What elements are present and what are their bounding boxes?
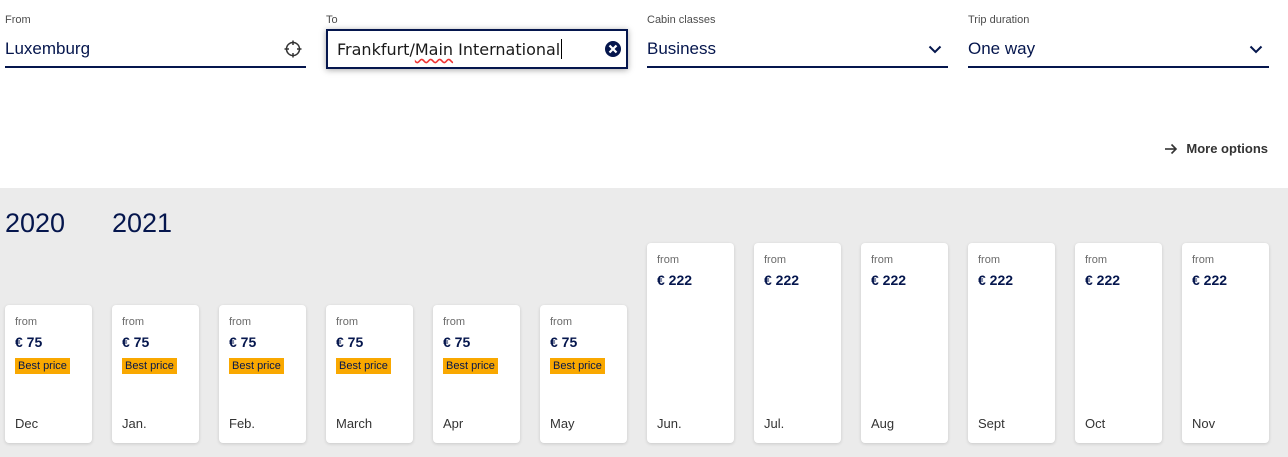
month-label: Jul. [764, 416, 785, 431]
year-2021: 2021 [112, 208, 173, 238]
price-value: € 75 [15, 334, 43, 350]
trip-duration-label: Trip duration [968, 14, 1030, 26]
month-label: Aug [871, 416, 895, 431]
price-from-label: from [336, 316, 358, 328]
month-label: Jan. [122, 416, 147, 431]
month-card-0[interactable]: from € 75 Best price Dec [5, 305, 92, 443]
price-value: € 222 [978, 272, 1014, 288]
year-2020: 2020 [5, 208, 66, 238]
price-from-label: from [1085, 254, 1107, 266]
clear-icon[interactable] [604, 40, 622, 58]
crosshair-icon[interactable] [284, 40, 302, 58]
from-label: From [5, 14, 31, 26]
cabin-class-select[interactable]: Business [647, 30, 948, 68]
month-card-7[interactable]: from € 222 Jul. [754, 243, 841, 443]
more-options-label: More options [1186, 141, 1268, 156]
month-card-5[interactable]: from € 75 Best price May [540, 305, 627, 443]
cabin-class-value: Business [647, 39, 716, 58]
to-input[interactable]: Frankfurt/Main International [326, 29, 628, 69]
price-from-label: from [657, 254, 679, 266]
price-value: € 75 [229, 334, 257, 350]
from-field[interactable]: From Luxemburg [5, 0, 306, 70]
month-card-2[interactable]: from € 75 Best price Feb. [219, 305, 306, 443]
price-value: € 222 [1085, 272, 1121, 288]
month-card-11[interactable]: from € 222 Nov [1182, 243, 1269, 443]
price-from-label: from [443, 316, 465, 328]
from-value: Luxemburg [5, 39, 91, 58]
best-price-badge: Best price [550, 358, 605, 374]
month-label: May [550, 416, 575, 431]
price-value: € 222 [657, 272, 693, 288]
more-options-link[interactable]: More options [1164, 141, 1268, 156]
price-value: € 222 [764, 272, 800, 288]
price-from-label: from [764, 254, 786, 266]
trip-duration-select[interactable]: One way [968, 30, 1269, 68]
price-from-label: from [229, 316, 251, 328]
trip-duration-field[interactable]: Trip duration One way [968, 0, 1269, 70]
from-input[interactable]: Luxemburg [5, 30, 306, 68]
price-value: € 75 [443, 334, 471, 350]
price-from-label: from [122, 316, 144, 328]
month-label: Jun. [657, 416, 682, 431]
month-card-4[interactable]: from € 75 Best price Apr [433, 305, 520, 443]
month-label: Sept [978, 416, 1005, 431]
price-value: € 222 [871, 272, 907, 288]
price-value: € 75 [336, 334, 364, 350]
chevron-down-icon [928, 45, 942, 54]
price-value: € 75 [122, 334, 150, 350]
month-card-9[interactable]: from € 222 Sept [968, 243, 1055, 443]
best-price-badge: Best price [336, 358, 391, 374]
month-card-3[interactable]: from € 75 Best price March [326, 305, 413, 443]
best-price-badge: Best price [122, 358, 177, 374]
cabin-class-field[interactable]: Cabin classes Business [647, 0, 948, 70]
trip-duration-value: One way [968, 39, 1036, 58]
best-price-badge: Best price [443, 358, 498, 374]
best-price-badge: Best price [15, 358, 70, 374]
month-card-6[interactable]: from € 222 Jun. [647, 243, 734, 443]
price-value: € 222 [1192, 272, 1228, 288]
price-from-label: from [15, 316, 37, 328]
month-card-10[interactable]: from € 222 Oct [1075, 243, 1162, 443]
month-label: Feb. [229, 416, 256, 431]
price-value: € 75 [550, 334, 578, 350]
arrow-right-icon [1165, 143, 1178, 154]
price-from-label: from [978, 254, 1000, 266]
month-card-1[interactable]: from € 75 Best price Jan. [112, 305, 199, 443]
month-label: Apr [443, 416, 464, 431]
chevron-down-icon [1249, 45, 1263, 54]
price-from-label: from [871, 254, 893, 266]
month-label: Dec [15, 416, 39, 431]
price-from-label: from [1192, 254, 1214, 266]
price-from-label: from [550, 316, 572, 328]
to-field[interactable]: To Frankfurt/Main International [326, 0, 628, 70]
best-price-badge: Best price [229, 358, 284, 374]
month-label: Nov [1192, 416, 1216, 431]
cabin-class-label: Cabin classes [647, 14, 716, 26]
month-label: Oct [1085, 416, 1106, 431]
to-label: To [326, 14, 338, 26]
month-label: March [336, 416, 373, 431]
to-value: Frankfurt/Main International [337, 39, 563, 59]
month-card-8[interactable]: from € 222 Aug [861, 243, 948, 443]
